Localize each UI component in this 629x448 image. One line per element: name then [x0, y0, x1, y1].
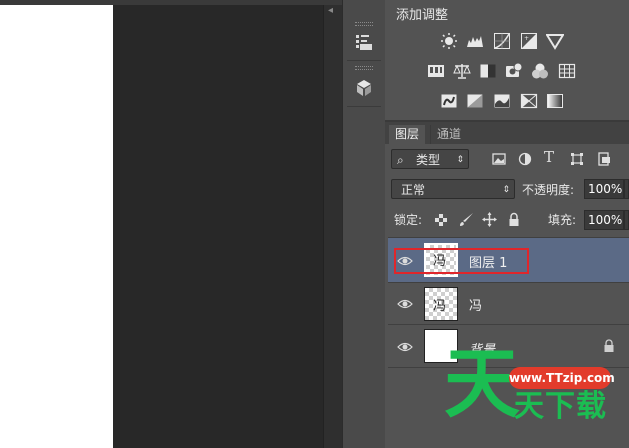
color-balance-icon[interactable] [453, 62, 471, 80]
adjustment-layer-filter-icon[interactable] [518, 152, 532, 166]
pixel-layer-filter-icon[interactable] [492, 152, 506, 166]
workspace-background[interactable] [113, 5, 323, 448]
blend-mode-value: 正常 [401, 183, 426, 197]
opacity-slider-arrow[interactable] [624, 179, 629, 199]
curves-icon[interactable] [493, 32, 511, 50]
lock-label: 锁定: [394, 213, 423, 227]
updown-arrow-icon: ⇕ [502, 185, 510, 195]
opacity-label: 不透明度: [522, 183, 575, 197]
layer-name[interactable]: 冯 [469, 295, 482, 314]
levels-icon[interactable] [466, 32, 484, 50]
tab-layers[interactable]: 图层 [389, 125, 426, 144]
properties-icon[interactable] [353, 32, 375, 54]
lock-all-icon[interactable] [507, 212, 521, 226]
opacity-input[interactable]: 100% [584, 179, 624, 199]
svg-text:+: + [524, 35, 529, 42]
tab-channels[interactable]: 通道 [430, 125, 467, 144]
lock-icon [603, 339, 615, 356]
layer-row-feng[interactable]: 冯 冯 [388, 282, 629, 324]
vibrance-icon[interactable] [545, 32, 565, 50]
channel-mixer-icon[interactable] [531, 62, 549, 80]
photo-filter-icon[interactable] [505, 62, 523, 80]
layer-thumbnail: 冯 [424, 287, 458, 321]
threshold-icon[interactable] [493, 92, 511, 110]
fill-label: 填充: [548, 213, 577, 227]
shape-layer-filter-icon[interactable] [570, 152, 584, 166]
document-canvas[interactable] [0, 5, 113, 448]
visibility-eye-icon[interactable] [397, 296, 413, 312]
fill-slider-arrow[interactable] [624, 210, 629, 230]
posterize-icon[interactable] [466, 92, 484, 110]
selective-color-icon[interactable] [546, 92, 564, 110]
watermark-text: 天下载 [514, 389, 607, 424]
adjustments-title: 添加调整 [396, 8, 449, 23]
lock-image-pixels-icon[interactable] [458, 212, 473, 226]
lock-transparent-pixels-icon[interactable] [434, 213, 448, 227]
highlight-box [394, 248, 529, 274]
visibility-eye-icon[interactable] [397, 339, 413, 355]
watermark-url: www.TTzip.com [509, 367, 615, 389]
dock-grip-handle[interactable] [355, 22, 373, 26]
blend-mode-dropdown[interactable]: 正常 ⇕ [391, 179, 515, 199]
collapse-arrow-icon[interactable]: ◂ [328, 5, 333, 16]
collapsed-panel-dock [342, 0, 386, 448]
search-icon: ⌕ [397, 153, 404, 167]
panel-gutter: ◂ [323, 5, 343, 448]
dock-grip-handle[interactable] [355, 66, 373, 70]
fill-input[interactable]: 100% [584, 210, 624, 230]
black-white-icon[interactable] [479, 62, 497, 80]
invert-icon[interactable] [440, 92, 458, 110]
brightness-contrast-icon[interactable] [440, 32, 458, 50]
filter-kind-dropdown[interactable]: ⌕ 类型 ⇕ [391, 149, 469, 169]
3d-cube-icon[interactable] [353, 77, 375, 99]
gradient-map-icon[interactable] [520, 92, 538, 110]
lock-position-icon[interactable] [482, 212, 497, 227]
watermark-logo: 天 [444, 346, 520, 448]
type-layer-filter-icon[interactable]: T [544, 150, 558, 165]
thumbnail-glyph: 冯 [433, 299, 447, 314]
exposure-icon[interactable]: + [520, 32, 538, 50]
dock-separator [347, 60, 381, 61]
smart-object-filter-icon[interactable] [597, 152, 611, 166]
color-lookup-icon[interactable] [558, 62, 576, 80]
updown-arrow-icon: ⇕ [456, 155, 464, 165]
dock-separator [347, 106, 381, 107]
filter-kind-label: 类型 [416, 153, 441, 167]
hue-saturation-icon[interactable] [427, 62, 445, 80]
